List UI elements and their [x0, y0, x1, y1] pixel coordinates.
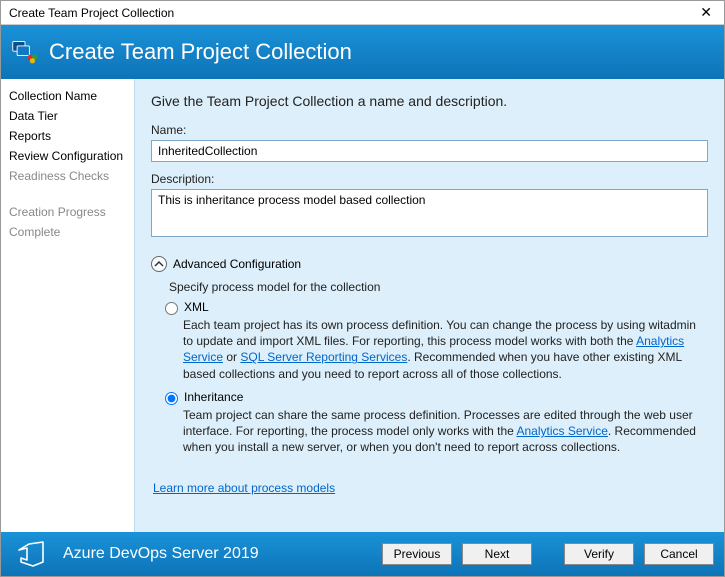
name-label: Name: [151, 123, 708, 137]
wizard-sidebar: Collection Name Data Tier Reports Review… [1, 79, 134, 532]
process-model-xml-label: XML [184, 300, 209, 314]
advanced-config-toggle[interactable]: Advanced Configuration [151, 256, 708, 272]
close-icon[interactable]: ✕ [694, 4, 718, 21]
description-label: Description: [151, 172, 708, 186]
cancel-button[interactable]: Cancel [644, 543, 714, 565]
analytics-service-link-2[interactable]: Analytics Service [517, 424, 608, 438]
sidebar-step-creation-progress: Creation Progress [9, 205, 126, 219]
sidebar-step-review-configuration[interactable]: Review Configuration [9, 149, 126, 163]
ssrs-link[interactable]: SQL Server Reporting Services [240, 350, 407, 364]
collection-icon [11, 38, 39, 66]
brand-label: Azure DevOps Server 2019 [63, 545, 259, 563]
wizard-main: Give the Team Project Collection a name … [134, 79, 724, 532]
process-model-inheritance-label: Inheritance [184, 390, 243, 404]
window-title: Create Team Project Collection [9, 6, 174, 20]
advanced-config-label: Advanced Configuration [173, 257, 301, 271]
next-button[interactable]: Next [462, 543, 532, 565]
wizard-header: Create Team Project Collection [1, 25, 724, 79]
process-model-xml-desc: Each team project has its own process de… [183, 317, 708, 382]
sidebar-step-reports[interactable]: Reports [9, 129, 126, 143]
process-model-xml-radio[interactable] [165, 302, 178, 315]
titlebar: Create Team Project Collection ✕ [1, 1, 724, 25]
description-input[interactable]: This is inheritance process model based … [151, 189, 708, 237]
sidebar-step-complete: Complete [9, 225, 126, 239]
wizard-title: Create Team Project Collection [49, 39, 352, 65]
process-model-caption: Specify process model for the collection [169, 280, 708, 294]
azure-devops-icon [15, 538, 47, 570]
previous-button[interactable]: Previous [382, 543, 452, 565]
chevron-up-icon [151, 256, 167, 272]
process-model-inheritance-radio[interactable] [165, 392, 178, 405]
sidebar-step-readiness-checks: Readiness Checks [9, 169, 126, 183]
name-input[interactable] [151, 140, 708, 162]
learn-more-link[interactable]: Learn more about process models [153, 481, 335, 495]
page-heading: Give the Team Project Collection a name … [151, 93, 708, 109]
sidebar-step-data-tier[interactable]: Data Tier [9, 109, 126, 123]
wizard-footer: Azure DevOps Server 2019 Previous Next V… [1, 532, 724, 576]
process-model-inheritance-desc: Team project can share the same process … [183, 407, 708, 456]
sidebar-step-collection-name[interactable]: Collection Name [9, 89, 126, 103]
verify-button[interactable]: Verify [564, 543, 634, 565]
